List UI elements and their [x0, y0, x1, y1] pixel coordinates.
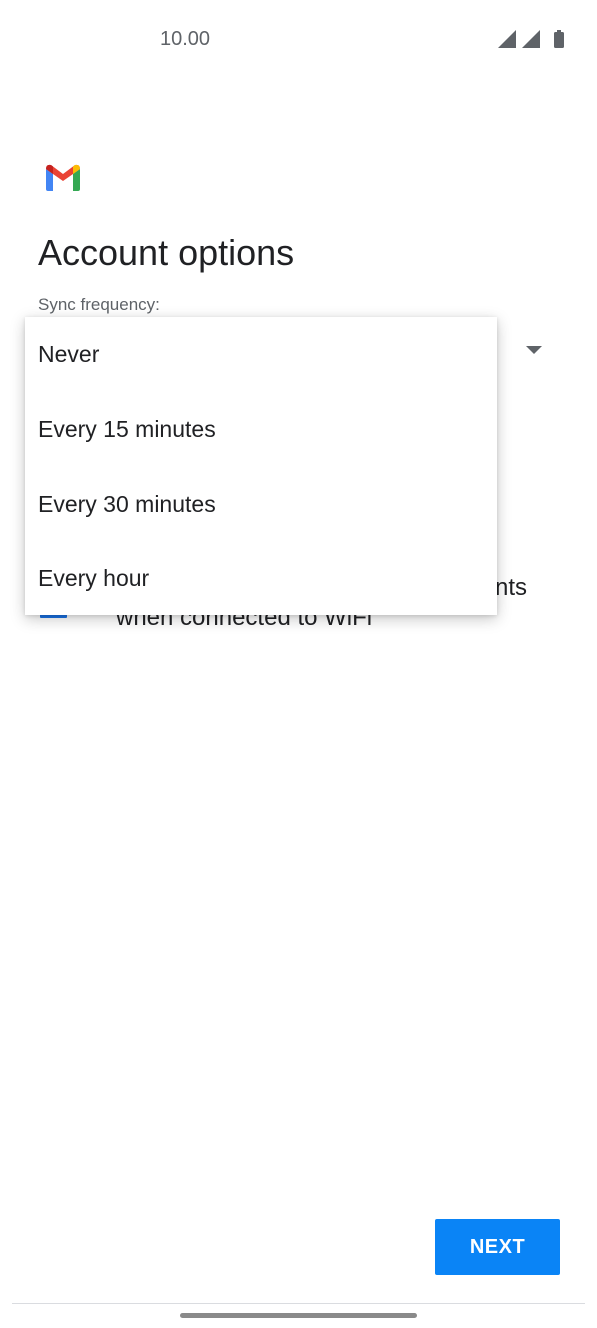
sync-frequency-dropdown: Never Every 15 minutes Every 30 minutes …: [25, 317, 497, 615]
status-icons-svg: [498, 30, 564, 48]
page-title: Account options: [38, 232, 295, 273]
gmail-logo: [46, 164, 80, 191]
status-icons: [496, 28, 568, 55]
status-time: 10.00: [160, 28, 211, 50]
dropdown-option-label: Every 15 minutes: [38, 416, 216, 442]
battery-cap: [557, 30, 561, 33]
divider: [12, 1303, 585, 1304]
dropdown-option-every-30-minutes[interactable]: Every 30 minutes: [25, 467, 497, 542]
chevron-down-icon[interactable]: [526, 346, 542, 354]
dropdown-option-label: Never: [38, 341, 100, 367]
status-bar: 10.00: [0, 0, 597, 80]
sync-frequency-label: Sync frequency:: [38, 295, 160, 314]
dropdown-option-label: Every 30 minutes: [38, 491, 216, 517]
gesture-nav-handle[interactable]: [180, 1313, 417, 1318]
attachments-option-text-fragment: nts: [495, 574, 528, 601]
dropdown-option-never[interactable]: Never: [25, 317, 497, 392]
dropdown-option-every-hour[interactable]: Every hour: [25, 541, 497, 616]
dropdown-option-label: Every hour: [38, 565, 150, 591]
dropdown-option-every-15-minutes[interactable]: Every 15 minutes: [25, 392, 497, 467]
next-button[interactable]: NEXT: [435, 1219, 560, 1275]
signal-icon: [522, 30, 540, 48]
signal-icon: [498, 30, 516, 48]
battery-icon: [554, 32, 564, 48]
